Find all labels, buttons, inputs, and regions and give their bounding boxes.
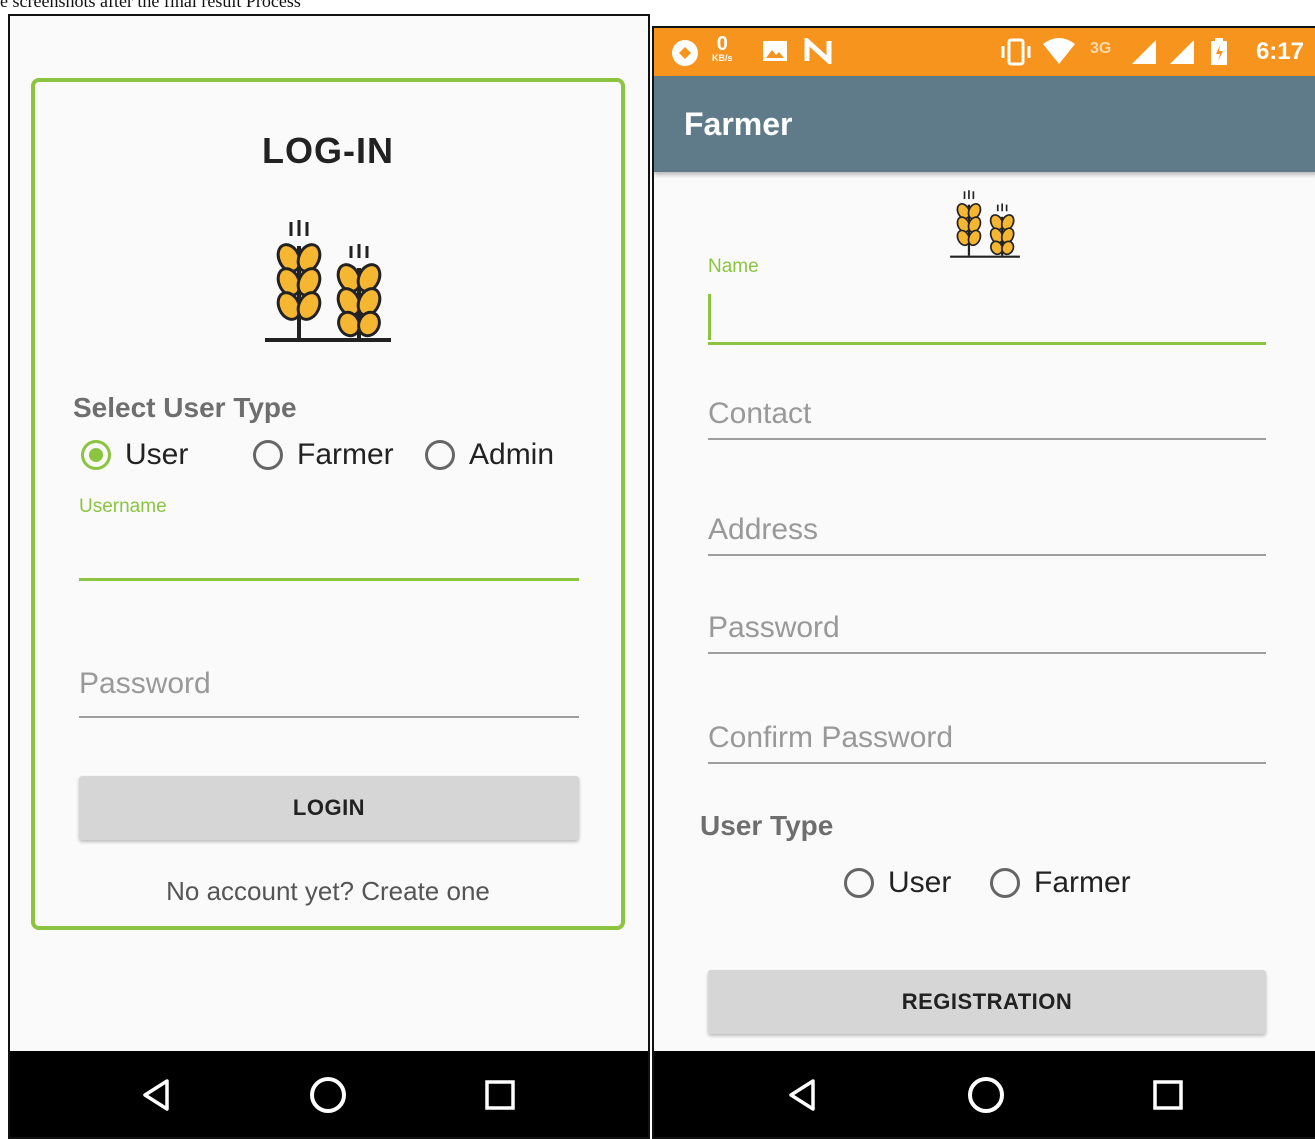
- name-field: Name: [708, 256, 1268, 348]
- confirm-password-input[interactable]: [708, 718, 1266, 758]
- radio-farmer-label: Farmer: [1034, 866, 1131, 899]
- wheat-logo-icon: [948, 188, 1022, 265]
- registration-button[interactable]: REGISTRATION: [708, 970, 1266, 1034]
- app-notification-icon: [670, 38, 700, 73]
- status-bar: 0 KB/s 3G 6:17: [654, 28, 1315, 76]
- username-label: Username: [79, 496, 167, 517]
- status-bar: [10, 16, 648, 74]
- radio-user[interactable]: User: [81, 438, 253, 472]
- speed-value: 0: [716, 33, 728, 55]
- page-title: LOG-IN: [262, 130, 394, 171]
- radio-unchecked-icon: [253, 440, 283, 470]
- name-underline: [708, 342, 1266, 345]
- login-button[interactable]: LOGIN: [79, 776, 579, 840]
- radio-user[interactable]: User: [844, 866, 990, 900]
- n-icon: [804, 35, 832, 69]
- home-icon[interactable]: [304, 1071, 352, 1119]
- back-icon[interactable]: [778, 1071, 826, 1119]
- recents-icon[interactable]: [476, 1071, 524, 1119]
- password-input[interactable]: [708, 608, 1266, 648]
- username-field: Username: [79, 496, 579, 586]
- login-card: LOG-IN Select User Type User Farmer Admi…: [31, 78, 625, 930]
- figure-caption: e screenshots after the final result Pro…: [0, 0, 301, 11]
- text-cursor: [708, 294, 711, 340]
- back-icon[interactable]: [132, 1071, 180, 1119]
- login-phone-screen: LOG-IN Select User Type User Farmer Admi…: [8, 14, 650, 1139]
- radio-user-label: User: [888, 866, 952, 899]
- radio-farmer[interactable]: Farmer: [990, 866, 1131, 900]
- name-label: Name: [708, 256, 759, 277]
- user-type-radio-group: User Farmer: [844, 866, 1131, 900]
- image-icon: [762, 38, 788, 69]
- confirm-password-underline: [708, 762, 1266, 764]
- name-input[interactable]: [716, 294, 1266, 338]
- username-input[interactable]: [79, 532, 579, 572]
- password-field: [79, 662, 579, 722]
- radio-farmer[interactable]: Farmer: [253, 438, 425, 472]
- password-underline: [708, 652, 1266, 654]
- create-account-link[interactable]: No account yet? Create one: [35, 876, 621, 907]
- network-speed: 0 KB/s: [712, 34, 733, 63]
- password-underline: [79, 716, 579, 718]
- select-user-type-label: Select User Type: [73, 392, 297, 423]
- username-underline: [79, 578, 579, 581]
- address-input[interactable]: [708, 510, 1266, 550]
- radio-admin-label: Admin: [469, 438, 555, 471]
- network-type: 3G: [1090, 40, 1112, 57]
- app-bar: Farmer: [654, 76, 1315, 172]
- wifi-icon: [1042, 38, 1076, 71]
- radio-unchecked-icon: [425, 440, 455, 470]
- app-bar-title: Farmer: [684, 106, 793, 142]
- speed-unit: KB/s: [712, 53, 733, 63]
- battery-icon: [1210, 38, 1228, 71]
- radio-admin[interactable]: Admin: [425, 438, 554, 472]
- radio-checked-icon: [81, 440, 111, 470]
- contact-underline: [708, 438, 1266, 440]
- home-icon[interactable]: [962, 1071, 1010, 1119]
- signal-icon: [1168, 38, 1196, 71]
- user-type-label: User Type: [700, 810, 834, 841]
- contact-input[interactable]: [708, 394, 1266, 434]
- nav-bar: [10, 1051, 648, 1137]
- wheat-logo-icon: [263, 216, 393, 351]
- password-input[interactable]: [79, 662, 579, 706]
- confirm-password-field: [708, 718, 1268, 768]
- address-field: [708, 510, 1268, 560]
- recents-icon[interactable]: [1144, 1071, 1192, 1119]
- nav-bar: [654, 1051, 1315, 1137]
- registration-phone-screen: 0 KB/s 3G 6:17 Farmer Name Contact Addre…: [652, 26, 1315, 1139]
- radio-farmer-label: Farmer: [297, 438, 394, 471]
- password-field: [708, 608, 1268, 658]
- user-type-radio-group: User Farmer Admin: [81, 438, 554, 472]
- signal-icon: [1130, 38, 1158, 71]
- radio-unchecked-icon: [844, 868, 874, 898]
- vibrate-icon: [1000, 38, 1032, 71]
- address-underline: [708, 554, 1266, 556]
- radio-user-label: User: [125, 438, 189, 471]
- radio-unchecked-icon: [990, 868, 1020, 898]
- status-time: 6:17: [1255, 38, 1304, 65]
- contact-field: [708, 394, 1268, 444]
